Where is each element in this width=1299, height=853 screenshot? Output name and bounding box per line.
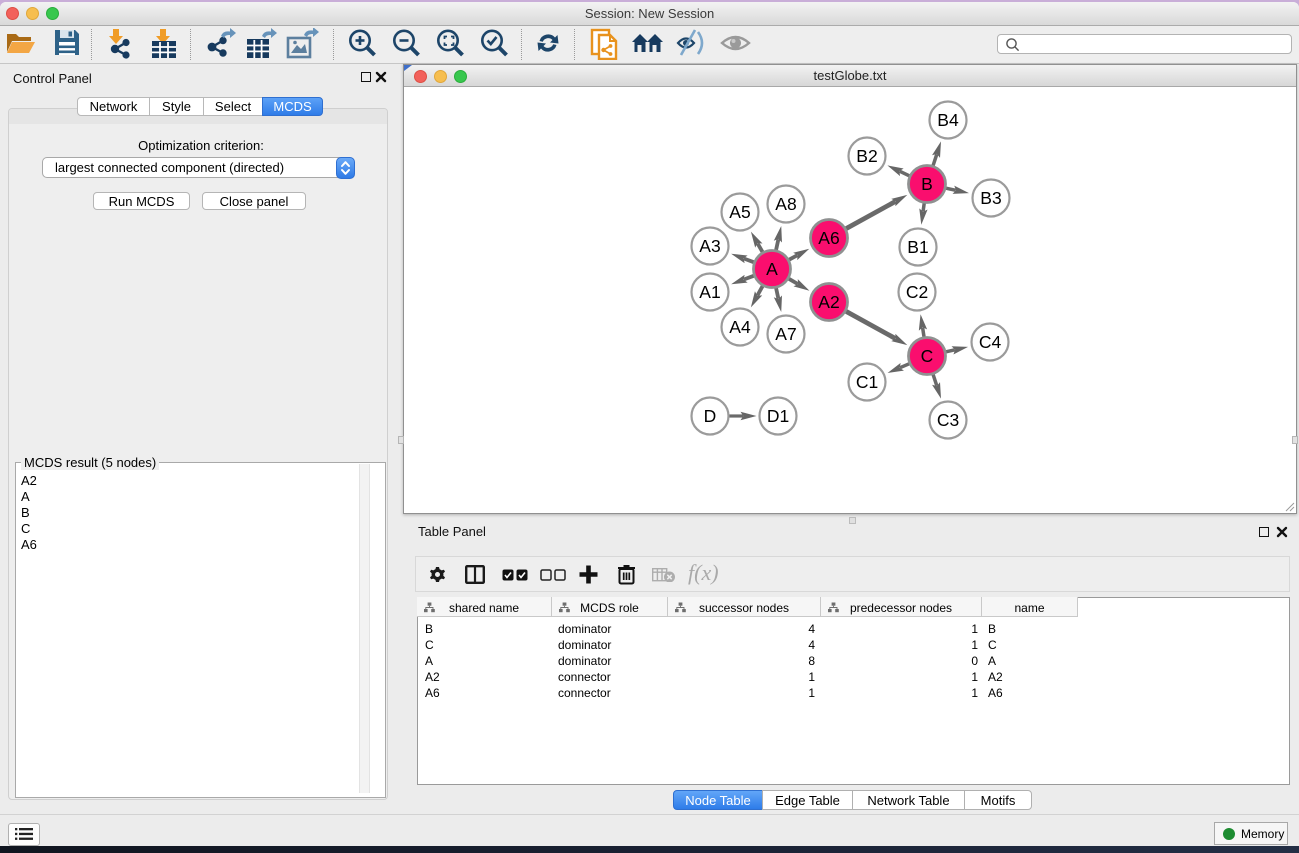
svg-text:A3: A3 [699,236,720,256]
svg-text:B1: B1 [907,237,928,257]
svg-text:C1: C1 [856,372,878,392]
svg-text:B4: B4 [937,110,959,130]
svg-text:B2: B2 [856,146,877,166]
svg-text:A: A [766,259,778,279]
svg-text:A7: A7 [775,324,796,344]
svg-text:D1: D1 [767,406,789,426]
svg-text:A8: A8 [775,194,796,214]
svg-text:A1: A1 [699,282,720,302]
svg-text:A5: A5 [729,202,750,222]
svg-text:B: B [921,174,933,194]
svg-text:B3: B3 [980,188,1001,208]
svg-text:A6: A6 [818,228,839,248]
svg-text:D: D [704,406,717,426]
svg-text:C2: C2 [906,282,928,302]
svg-text:C4: C4 [979,332,1002,352]
svg-text:C: C [921,346,934,366]
svg-text:A4: A4 [729,317,751,337]
svg-text:C3: C3 [937,410,959,430]
svg-text:A2: A2 [818,292,839,312]
